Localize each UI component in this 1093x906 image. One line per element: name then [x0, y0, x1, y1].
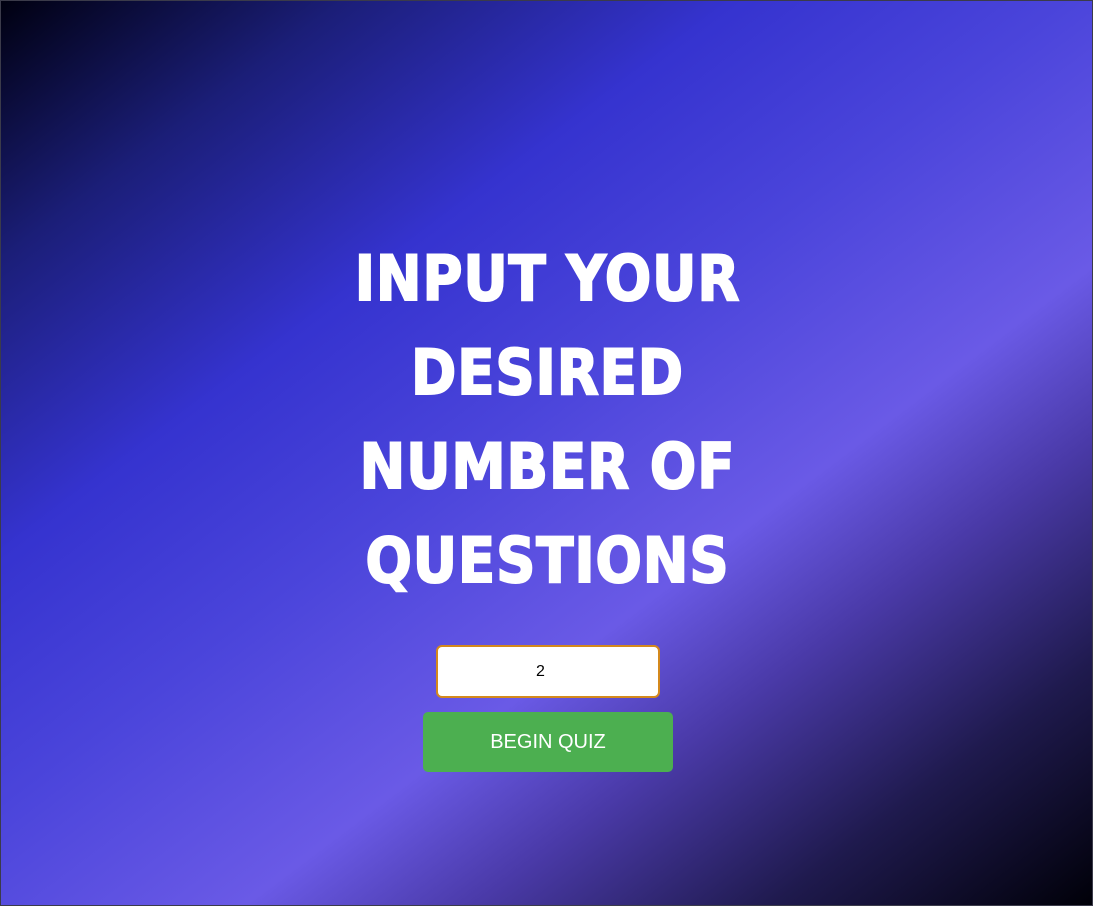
title-line: INPUT YOUR: [354, 241, 741, 316]
question-count-input[interactable]: [436, 645, 660, 698]
title-line: QUESTIONS: [365, 523, 730, 598]
title-line: DESIRED: [410, 335, 684, 410]
begin-quiz-button[interactable]: BEGIN QUIZ: [423, 712, 673, 772]
page-background: INPUT YOUR DESIRED NUMBER OF QUESTIONS B…: [0, 0, 1093, 906]
page-title: INPUT YOUR DESIRED NUMBER OF QUESTIONS: [67, 232, 1029, 608]
title-line: NUMBER OF: [359, 429, 736, 504]
